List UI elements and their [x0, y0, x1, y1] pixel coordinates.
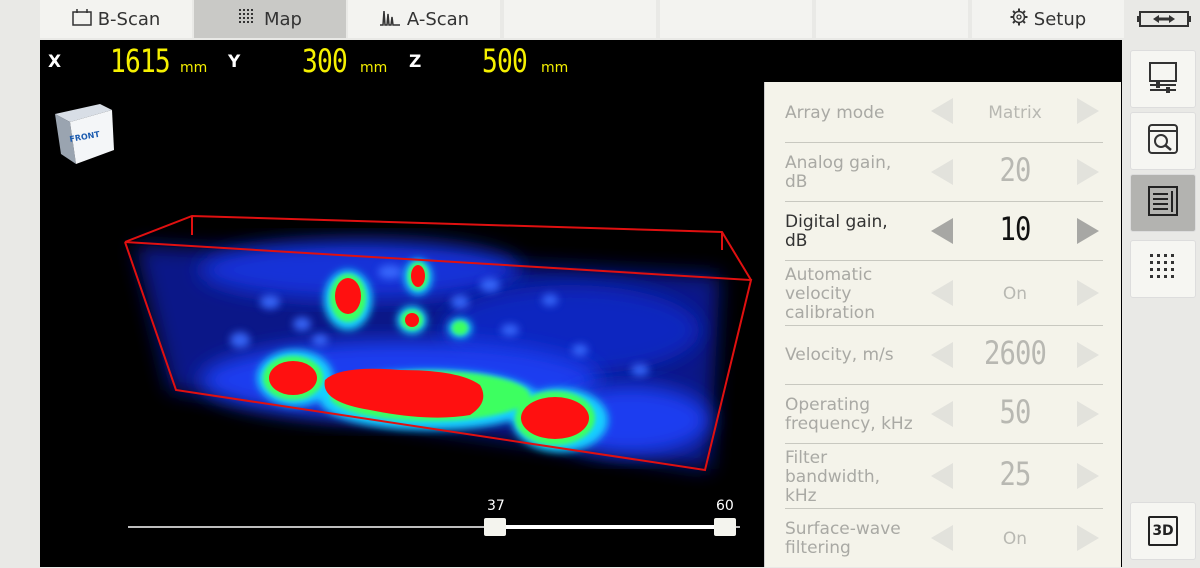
orientation-cube[interactable]: FRONT — [55, 104, 114, 164]
zoom-window-button[interactable] — [1130, 112, 1196, 170]
setting-value: 25 — [999, 455, 1031, 493]
3d-cube-icon: 3D — [1148, 516, 1178, 546]
slider-min-label: 37 — [487, 498, 505, 514]
setting-value: 10 — [999, 210, 1031, 248]
setting-digital-gain[interactable]: Digital gain, dB 10 — [785, 202, 1103, 261]
decrease-arrow-icon[interactable] — [931, 463, 953, 489]
setting-label: Velocity, m/s — [785, 345, 894, 365]
slider-max-handle[interactable] — [714, 518, 736, 536]
decrease-arrow-icon[interactable] — [931, 159, 953, 185]
tab-setup[interactable]: Setup — [972, 0, 1124, 38]
increase-arrow-icon[interactable] — [1077, 159, 1099, 185]
increase-arrow-icon[interactable] — [1077, 525, 1099, 551]
tab-map[interactable]: Map — [194, 0, 346, 38]
tab-label: Setup — [1033, 8, 1087, 30]
display-settings-button[interactable] — [1130, 50, 1196, 108]
setting-label: Array mode — [785, 103, 885, 123]
setting-operating-frequency[interactable]: Operating frequency, kHz 50 — [785, 385, 1103, 444]
slider-min-handle[interactable] — [484, 518, 506, 536]
setting-surface-wave-filtering[interactable]: Surface-wave filtering On — [785, 509, 1103, 567]
setting-value: 2600 — [983, 334, 1047, 372]
tab-label: Map — [264, 8, 302, 30]
tab-empty-2[interactable] — [660, 0, 812, 38]
coordinate-readout: X 1615 mm Y 300 mm Z 500 mm — [40, 40, 760, 84]
decrease-arrow-icon[interactable] — [931, 342, 953, 368]
setting-label: Analog gain, dB — [785, 153, 892, 192]
setting-value: On — [1002, 529, 1028, 549]
right-toolbar: 3D — [1126, 38, 1200, 568]
setting-value: 20 — [999, 151, 1031, 189]
setting-analog-gain[interactable]: Analog gain, dB 20 — [785, 143, 1103, 202]
tab-b-scan[interactable]: B-Scan — [40, 0, 192, 38]
slider-max-label: 60 — [716, 498, 734, 514]
gear-icon — [1010, 8, 1028, 30]
parameters-list-button[interactable] — [1130, 174, 1196, 232]
slider-selected-range — [494, 525, 726, 529]
setting-label: Filter bandwidth, kHz — [785, 448, 881, 506]
setting-auto-velocity-calibration[interactable]: Automatic velocity calibration On — [785, 261, 1103, 326]
decrease-arrow-icon[interactable] — [931, 98, 953, 124]
setting-value: 50 — [999, 393, 1031, 431]
list-menu-icon — [1146, 184, 1180, 222]
b-scan-icon — [71, 8, 92, 30]
setting-velocity[interactable]: Velocity, m/s 2600 — [785, 326, 1103, 385]
increase-arrow-icon[interactable] — [1077, 280, 1099, 306]
monitor-settings-icon — [1146, 60, 1180, 98]
map-grid-icon — [238, 8, 258, 30]
setting-value: Matrix — [988, 103, 1042, 123]
decrease-arrow-icon[interactable] — [931, 280, 953, 306]
increase-arrow-icon[interactable] — [1077, 463, 1099, 489]
decrease-arrow-icon[interactable] — [931, 401, 953, 427]
increase-arrow-icon[interactable] — [1077, 98, 1099, 124]
tab-label: B-Scan — [97, 8, 161, 30]
z-axis-label: Z — [409, 52, 422, 72]
setting-filter-bandwidth[interactable]: Filter bandwidth, kHz 25 — [785, 444, 1103, 509]
setting-array-mode[interactable]: Array mode Matrix — [785, 82, 1103, 143]
tab-empty-1[interactable] — [504, 0, 656, 38]
x-unit: mm — [180, 60, 208, 76]
setting-label: Digital gain, dB — [785, 212, 888, 251]
y-axis-label: Y — [228, 52, 241, 72]
decrease-arrow-icon[interactable] — [931, 218, 953, 244]
x-axis-label: X — [48, 52, 62, 72]
decrease-arrow-icon[interactable] — [931, 525, 953, 551]
y-value: 300 — [302, 42, 348, 80]
battery-icon — [1128, 0, 1200, 38]
3d-view-button[interactable]: 3D — [1130, 502, 1196, 560]
z-unit: mm — [541, 60, 569, 76]
depth-range-slider[interactable]: 37 60 — [128, 498, 740, 538]
setting-label: Automatic velocity calibration — [785, 265, 875, 323]
tab-empty-3[interactable] — [816, 0, 968, 38]
increase-arrow-icon[interactable] — [1077, 218, 1099, 244]
x-value: 1615 — [110, 42, 171, 80]
increase-arrow-icon[interactable] — [1077, 342, 1099, 368]
zoom-window-icon — [1146, 122, 1180, 160]
dot-grid-icon — [1148, 252, 1178, 286]
increase-arrow-icon[interactable] — [1077, 401, 1099, 427]
a-scan-icon — [379, 8, 401, 30]
setting-value: On — [1002, 284, 1028, 304]
tab-a-scan[interactable]: A-Scan — [348, 0, 500, 38]
setting-label: Operating frequency, kHz — [785, 395, 913, 434]
grid-view-button[interactable] — [1130, 240, 1196, 298]
settings-panel: Array mode Matrix Analog gain, dB 20 Dig… — [764, 82, 1121, 567]
3d-label: 3D — [1152, 523, 1174, 539]
y-unit: mm — [360, 60, 388, 76]
tab-label: A-Scan — [406, 8, 470, 30]
z-value: 500 — [482, 42, 528, 80]
setting-label: Surface-wave filtering — [785, 519, 901, 558]
top-tab-bar: B-Scan Map A-Scan Setup — [0, 0, 1200, 38]
